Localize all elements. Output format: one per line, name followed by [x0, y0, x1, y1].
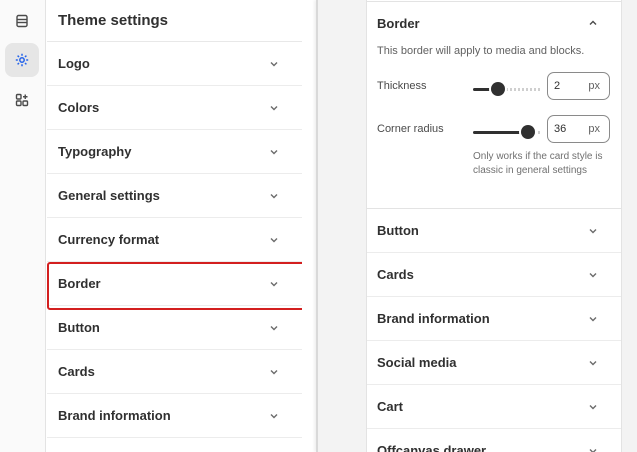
settings-item-label: Brand information	[58, 408, 171, 423]
thickness-input[interactable]: 2 px	[547, 72, 610, 100]
chevron-down-icon	[268, 234, 280, 246]
thickness-value: 2	[554, 80, 561, 92]
detail-item-offcanvas-drawer[interactable]: Offcanvas drawer	[367, 429, 621, 452]
thickness-slider[interactable]	[473, 82, 541, 96]
settings-item-brand-information[interactable]: Brand information	[47, 394, 302, 438]
detail-item-label: Cart	[377, 399, 404, 414]
thickness-unit: px	[588, 80, 600, 92]
chevron-down-icon	[268, 146, 280, 158]
detail-item-label: Social media	[377, 355, 457, 370]
chevron-down-icon	[587, 269, 599, 281]
slider-thumb[interactable]	[491, 82, 505, 96]
detail-item-label: Brand information	[377, 311, 490, 326]
slider-track	[534, 131, 541, 134]
detail-item-social-media[interactable]: Social media	[367, 341, 621, 385]
border-section-header[interactable]: Border	[367, 2, 621, 44]
chevron-down-icon	[268, 410, 280, 422]
border-section: Border This border will apply to media a…	[367, 2, 621, 209]
detail-item-button[interactable]: Button	[367, 209, 621, 253]
chevron-down-icon	[587, 357, 599, 369]
corner-radius-input[interactable]: 36 px	[547, 115, 610, 143]
settings-item-general-settings[interactable]: General settings	[47, 174, 302, 218]
panel-header: Theme settings	[47, 0, 302, 42]
chevron-down-icon	[268, 190, 280, 202]
corner-radius-unit: px	[588, 123, 600, 135]
sections-icon[interactable]	[5, 4, 39, 38]
slider-thumb[interactable]	[521, 125, 535, 139]
chevron-down-icon	[268, 322, 280, 334]
apps-icon[interactable]	[5, 83, 39, 117]
corner-radius-value: 36	[554, 123, 567, 135]
chevron-down-icon	[587, 225, 599, 237]
chevron-up-icon	[587, 17, 599, 29]
settings-item-label: General settings	[58, 188, 160, 203]
settings-item-typography[interactable]: Typography	[47, 130, 302, 174]
corner-radius-slider[interactable]	[473, 125, 541, 139]
settings-item-label: Button	[58, 320, 100, 335]
detail-item-label: Cards	[377, 267, 414, 282]
thickness-control: Thickness 2 px	[367, 71, 621, 107]
settings-item-label: Colors	[58, 100, 100, 115]
gear-icon[interactable]	[5, 43, 39, 77]
settings-item-colors[interactable]: Colors	[47, 86, 302, 130]
detail-item-cart[interactable]: Cart	[367, 385, 621, 429]
settings-item-label: Border	[58, 276, 101, 291]
section-description: This border will apply to media and bloc…	[377, 45, 585, 57]
chevron-down-icon	[268, 102, 280, 114]
settings-item-border[interactable]: Border	[47, 262, 302, 306]
section-title: Border	[377, 15, 420, 31]
detail-panel: Border This border will apply to media a…	[366, 0, 622, 452]
chevron-down-icon	[587, 401, 599, 413]
page-title: Theme settings	[58, 12, 169, 29]
settings-item-currency-format[interactable]: Currency format	[47, 218, 302, 262]
corner-radius-hint: Only works if the card style is classic …	[473, 151, 603, 176]
corner-radius-control: Corner radius 36 px	[367, 114, 621, 150]
detail-item-label: Offcanvas drawer	[377, 443, 487, 452]
chevron-down-icon	[587, 313, 599, 325]
corner-radius-label: Corner radius	[377, 123, 444, 135]
chevron-down-icon	[268, 58, 280, 70]
detail-item-brand-information[interactable]: Brand information	[367, 297, 621, 341]
chevron-down-icon	[268, 278, 280, 290]
icon-rail	[0, 0, 46, 452]
settings-item-label: Logo	[58, 56, 90, 71]
settings-item-logo[interactable]: Logo	[47, 42, 302, 86]
theme-settings-panel: Theme settings Logo Colors Typography Ge…	[47, 0, 302, 452]
chevron-down-icon	[587, 445, 599, 452]
settings-item-label: Typography	[58, 144, 132, 159]
thickness-label: Thickness	[377, 80, 427, 92]
settings-item-label: Currency format	[58, 232, 160, 247]
settings-item-cards[interactable]: Cards	[47, 350, 302, 394]
chevron-down-icon	[268, 366, 280, 378]
detail-item-cards[interactable]: Cards	[367, 253, 621, 297]
settings-item-button[interactable]: Button	[47, 306, 302, 350]
detail-item-label: Button	[377, 223, 419, 238]
settings-item-label: Cards	[58, 364, 95, 379]
